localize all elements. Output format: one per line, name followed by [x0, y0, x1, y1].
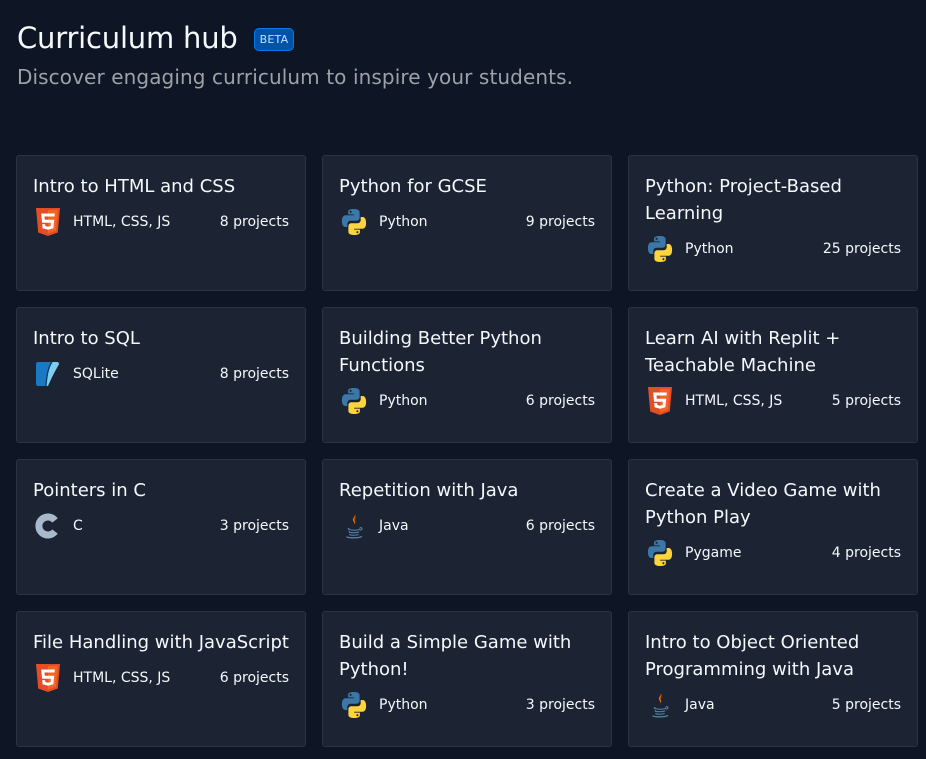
card-title: Building Better Python Functions: [339, 328, 542, 376]
project-count: 6 projects: [525, 393, 595, 409]
card-meta: C 3 projects: [33, 510, 289, 542]
header: Curriculum hub BETA: [17, 18, 926, 58]
curriculum-card[interactable]: Intro to SQL SQLite 8 projects: [16, 307, 306, 443]
card-title: Intro to SQL: [33, 328, 140, 349]
project-count: 9 projects: [525, 214, 595, 230]
sqlite-icon: [33, 359, 63, 389]
curriculum-grid: Intro to HTML and CSS HTML, CSS, JS 8 pr…: [16, 155, 918, 747]
curriculum-card[interactable]: Python: Project-Based Learning Python 25…: [628, 155, 918, 291]
card-title: Learn AI with Replit + Teachable Machine: [645, 328, 841, 376]
language-label: SQLite: [73, 366, 119, 382]
card-meta: HTML, CSS, JS 8 projects: [33, 206, 289, 238]
card-meta: Python 3 projects: [339, 689, 595, 721]
curriculum-card[interactable]: File Handling with JavaScript HTML, CSS,…: [16, 611, 306, 747]
card-meta: Pygame 4 projects: [645, 537, 901, 569]
python-icon: [339, 690, 369, 720]
card-title: Python for GCSE: [339, 176, 487, 197]
page-subtitle: Discover engaging curriculum to inspire …: [17, 65, 574, 89]
card-meta: SQLite 8 projects: [33, 358, 289, 390]
card-meta: Python 9 projects: [339, 206, 595, 238]
language-label: Java: [379, 518, 409, 534]
language-label: HTML, CSS, JS: [73, 670, 171, 686]
language-label: C: [73, 518, 83, 534]
card-title: Repetition with Java: [339, 480, 519, 501]
project-count: 8 projects: [219, 214, 289, 230]
card-meta: HTML, CSS, JS 5 projects: [645, 385, 901, 417]
html5-icon: [33, 663, 63, 693]
project-count: 25 projects: [822, 241, 901, 257]
curriculum-card[interactable]: Python for GCSE Python 9 projects: [322, 155, 612, 291]
curriculum-card[interactable]: Repetition with Java Java 6 projects: [322, 459, 612, 595]
java-icon: [645, 690, 675, 720]
html5-icon: [645, 386, 675, 416]
card-meta: Python 6 projects: [339, 385, 595, 417]
page-title: Curriculum hub: [17, 21, 238, 55]
card-title: Python: Project-Based Learning: [645, 176, 842, 224]
card-meta: Java 6 projects: [339, 510, 595, 542]
project-count: 8 projects: [219, 366, 289, 382]
card-title: Create a Video Game with Python Play: [645, 480, 881, 528]
python-icon: [339, 207, 369, 237]
c-language-icon: [33, 511, 63, 541]
language-label: Java: [685, 697, 715, 713]
project-count: 6 projects: [525, 518, 595, 534]
project-count: 3 projects: [525, 697, 595, 713]
beta-badge: BETA: [253, 27, 295, 51]
card-meta: Python 25 projects: [645, 233, 901, 265]
language-label: Python: [379, 214, 428, 230]
language-label: Python: [379, 393, 428, 409]
java-icon: [339, 511, 369, 541]
curriculum-hub-page: Curriculum hub BETA Discover engaging cu…: [0, 0, 926, 759]
project-count: 5 projects: [831, 697, 901, 713]
curriculum-card[interactable]: Learn AI with Replit + Teachable Machine…: [628, 307, 918, 443]
curriculum-card[interactable]: Intro to Object Oriented Programming wit…: [628, 611, 918, 747]
project-count: 6 projects: [219, 670, 289, 686]
language-label: Python: [379, 697, 428, 713]
python-icon: [645, 234, 675, 264]
card-title: Pointers in C: [33, 480, 146, 501]
curriculum-card[interactable]: Building Better Python Functions Python …: [322, 307, 612, 443]
language-label: HTML, CSS, JS: [73, 214, 171, 230]
curriculum-card[interactable]: Pointers in C C 3 projects: [16, 459, 306, 595]
card-meta: HTML, CSS, JS 6 projects: [33, 662, 289, 694]
curriculum-card[interactable]: Intro to HTML and CSS HTML, CSS, JS 8 pr…: [16, 155, 306, 291]
html5-icon: [33, 207, 63, 237]
project-count: 3 projects: [219, 518, 289, 534]
language-label: HTML, CSS, JS: [685, 393, 783, 409]
card-meta: Java 5 projects: [645, 689, 901, 721]
curriculum-card[interactable]: Create a Video Game with Python Play Pyg…: [628, 459, 918, 595]
language-label: Pygame: [685, 545, 742, 561]
python-icon: [339, 386, 369, 416]
language-label: Python: [685, 241, 734, 257]
project-count: 4 projects: [831, 545, 901, 561]
python-icon: [645, 538, 675, 568]
card-title: Intro to Object Oriented Programming wit…: [645, 632, 860, 680]
curriculum-card[interactable]: Build a Simple Game with Python! Python …: [322, 611, 612, 747]
card-title: File Handling with JavaScript: [33, 632, 289, 653]
card-title: Build a Simple Game with Python!: [339, 632, 572, 680]
card-title: Intro to HTML and CSS: [33, 176, 236, 197]
project-count: 5 projects: [831, 393, 901, 409]
